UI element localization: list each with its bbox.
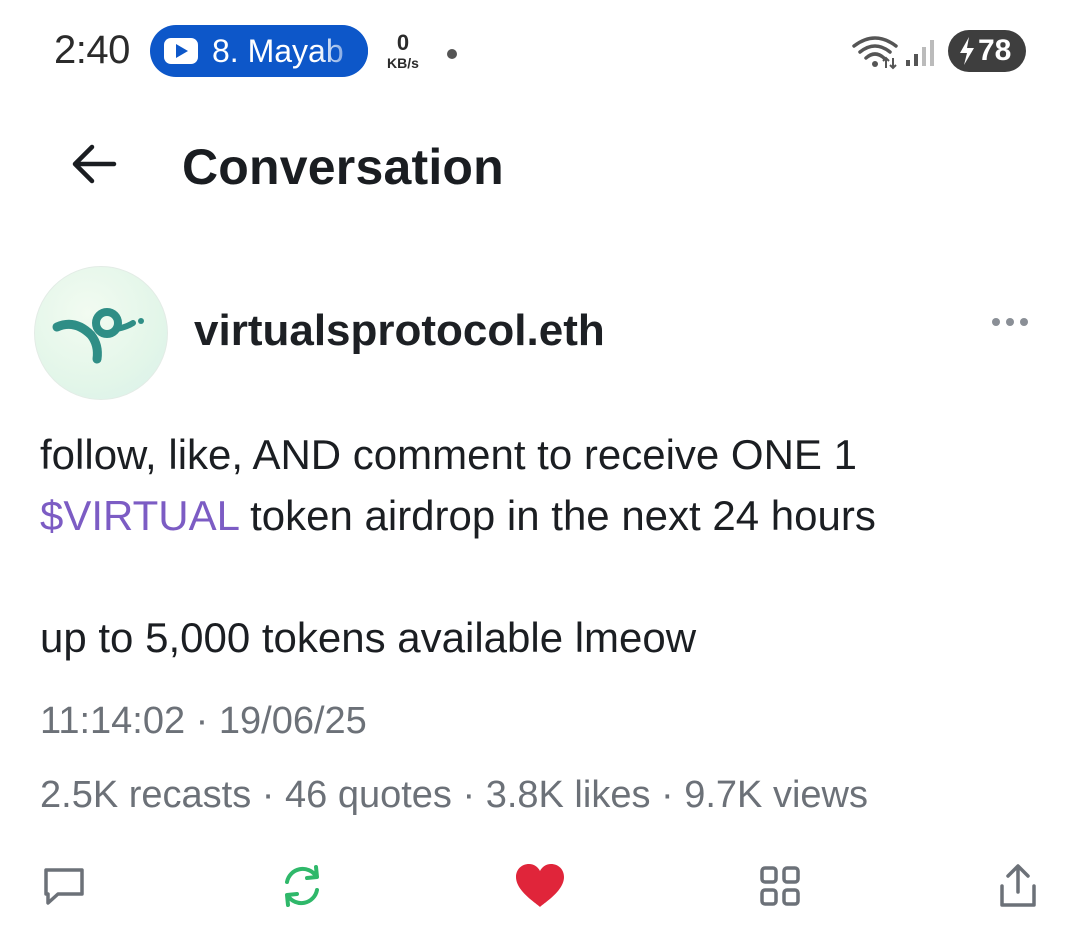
recast-button[interactable] — [278, 862, 326, 910]
reply-icon — [44, 868, 84, 905]
more-options-button[interactable] — [990, 312, 1030, 332]
post-line-rest: token airdrop in the next 24 hours — [238, 492, 876, 539]
views-count: 9.7K views — [684, 774, 868, 816]
page-title: Conversation — [182, 139, 504, 195]
apps-button[interactable] — [756, 862, 804, 910]
stats-separator: · — [251, 774, 285, 816]
post-line: follow, like, AND comment to receive ONE… — [40, 431, 857, 478]
post-stats: 2.5K recasts · 46 quotes · 3.8K likes · … — [40, 774, 868, 817]
signal-icon — [906, 40, 934, 66]
virtuals-logo-icon — [52, 308, 144, 364]
battery-indicator: 78 — [948, 30, 1026, 72]
recast-icon — [285, 865, 319, 907]
stats-separator: · — [451, 774, 486, 816]
more-horizontal-icon-dot — [1006, 318, 1014, 326]
network-speed: 0 KB/s — [380, 30, 426, 71]
heart-icon — [516, 864, 564, 907]
more-horizontal-icon-dot — [1020, 318, 1028, 326]
share-icon — [1000, 864, 1036, 907]
media-fade — [318, 25, 368, 77]
header: Conversation — [0, 110, 1080, 220]
more-horizontal-icon — [992, 318, 1000, 326]
media-pill[interactable]: 8. Mayab — [150, 25, 368, 77]
notification-dot — [447, 49, 457, 59]
post-timestamp: 11:14:02 · 19/06/25 — [40, 700, 367, 742]
arrow-left-icon — [72, 144, 117, 184]
network-speed-unit: KB/s — [387, 55, 419, 71]
share-button[interactable] — [994, 862, 1042, 910]
network-speed-value: 0 — [396, 30, 410, 55]
apps-icon — [760, 866, 800, 906]
recasts-count[interactable]: 2.5K recasts — [40, 774, 251, 816]
post-text: follow, like, AND comment to receive ONE… — [40, 424, 1050, 668]
back-button[interactable] — [64, 132, 128, 196]
likes-count[interactable]: 3.8K likes — [486, 774, 651, 816]
status-time: 2:40 — [54, 28, 130, 72]
cashtag-link[interactable]: $VIRTUAL — [40, 492, 238, 539]
quotes-count[interactable]: 46 quotes — [285, 774, 452, 816]
post-line: up to 5,000 tokens available lmeow — [40, 614, 697, 661]
like-button[interactable] — [514, 862, 566, 910]
status-bar: 2:40 8. Mayab 0 KB/s 78 — [0, 0, 1080, 100]
battery-charging-icon — [960, 37, 974, 65]
stats-separator: · — [650, 774, 685, 816]
play-icon — [164, 38, 198, 64]
author-name[interactable]: virtualsprotocol.eth — [194, 306, 605, 356]
post-line: $VIRTUAL token airdrop in the next 24 ho… — [40, 485, 1050, 546]
avatar[interactable] — [34, 266, 168, 400]
battery-level: 78 — [978, 34, 1012, 67]
reply-button[interactable] — [40, 862, 88, 910]
wifi-icon — [852, 36, 898, 70]
